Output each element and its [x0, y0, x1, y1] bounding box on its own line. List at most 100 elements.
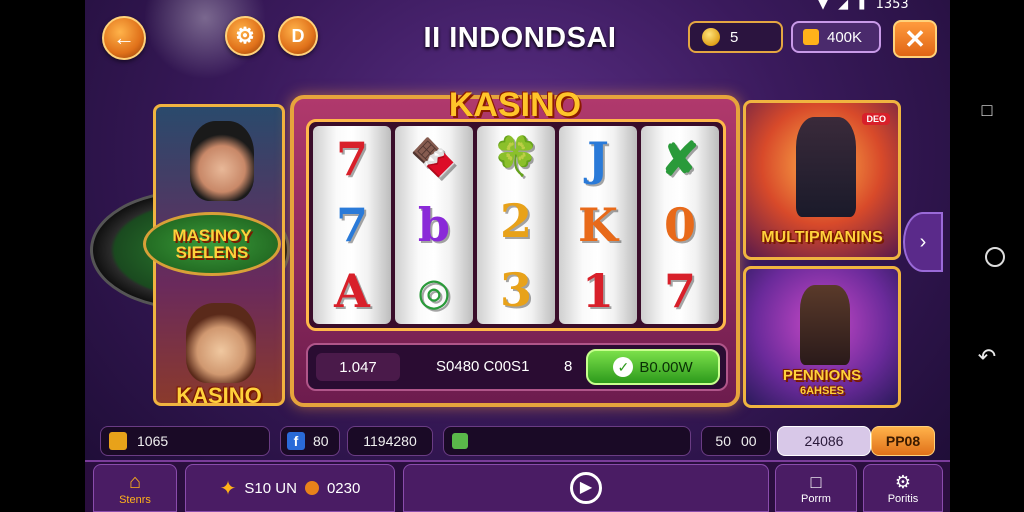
reel-symbol: b [417, 197, 451, 252]
spin-label: B0.00W [639, 358, 693, 376]
bonus-value: 400K [827, 28, 863, 46]
info-trophy: 1065 [100, 426, 270, 456]
coin-balance-value: 5 [730, 28, 739, 46]
trophy-icon [109, 432, 127, 450]
tab-home-label: Stenrs [119, 493, 151, 506]
coin-d-icon: D [291, 25, 305, 46]
tab-profile-label: Porrm [801, 492, 831, 505]
sparkle-icon: ✦ [219, 477, 237, 500]
tab-settings[interactable]: ⚙ Poritis [863, 464, 943, 512]
right-card-bottom-label-1: PENNIONS [782, 367, 862, 384]
info-score-value-2: 00 [741, 433, 757, 449]
game-screen: ← ⚙ D II INDONDSAI 5 400K ✕ KASINO MASIN… [85, 0, 950, 512]
info-total: 1194280 [347, 426, 433, 456]
next-arrow-button[interactable]: › [903, 212, 943, 272]
page-title: II INDONDSAI [423, 22, 617, 54]
bonus-button[interactable]: 400K [791, 21, 881, 53]
signal-icon: ◢ [838, 0, 849, 12]
arrow-left-icon: ← [113, 25, 135, 50]
play-chip-icon [803, 29, 819, 45]
credit-display: 1.047 [316, 353, 400, 381]
reel-symbol: 7 [335, 198, 368, 252]
bet-text: S0480 C00S1 [436, 358, 530, 375]
spin-button[interactable]: ✓ B0.00W [586, 349, 720, 385]
reel-symbol: ✘ [660, 132, 700, 186]
info-trophy-value: 1065 [137, 433, 169, 449]
tab-play[interactable]: ▶ [403, 464, 769, 512]
info-level-value: 24086 [804, 433, 844, 449]
gem-icon [452, 433, 468, 449]
reel-symbol: K [578, 198, 618, 252]
info-score-value: 50 [715, 433, 731, 449]
back-arrow-icon: ↶ [977, 344, 997, 369]
info-facebook[interactable]: f 80 [280, 426, 340, 456]
reel-symbol: ◎ [417, 269, 451, 315]
chevron-right-icon: › [919, 230, 927, 253]
reel-3: 🍀 2 3 [477, 126, 555, 324]
facebook-icon: f [287, 432, 305, 450]
right-card-top-label: MULTIPMANINS [761, 229, 883, 246]
settings-button[interactable]: ⚙ [225, 16, 265, 56]
left-card-label: KASINO [176, 383, 262, 406]
credit-value: 1.047 [339, 358, 377, 376]
tab-promo-text: S10 UN [244, 479, 297, 497]
reel-symbol: J [587, 132, 609, 186]
tab-home[interactable]: ⌂ Stenrs [93, 464, 177, 512]
reel-symbol: 🍫 [410, 134, 458, 180]
reel-2: 🍫 b ◎ [395, 126, 473, 324]
character-avatar-top [190, 121, 254, 201]
back-nav-button[interactable]: ↶ [950, 344, 1024, 370]
back-button[interactable]: ← [102, 16, 146, 60]
reel-symbol: 7 [335, 132, 368, 186]
battery-icon: ▮ [858, 0, 866, 12]
gear-icon: ⚙ [894, 471, 912, 492]
home-icon: ⌂ [128, 470, 142, 493]
clock: 1353 [875, 0, 909, 12]
right-card-bottom-label-2: 6AHSES [799, 385, 845, 397]
tab-settings-label: Poritis [887, 492, 919, 505]
tab-promo[interactable]: ✦ S10 UN 0230 [185, 464, 395, 512]
info-pp-value: PP08 [885, 433, 921, 449]
right-game-card-bottom[interactable]: PENNIONS 6AHSES [743, 266, 901, 408]
coin-small-icon [304, 481, 319, 495]
home-nav-button[interactable] [985, 247, 1005, 267]
info-facebook-value: 80 [313, 433, 329, 449]
reel-1: 7 7 A [313, 126, 391, 324]
info-score: 50 00 [701, 426, 771, 456]
coin-balance: 5 [688, 21, 783, 53]
right-game-card-top[interactable]: DEO MULTIPMANINS [743, 100, 901, 260]
info-pp-button[interactable]: PP08 [871, 426, 935, 456]
character-avatar-bottom [186, 303, 256, 383]
check-icon: ✓ [613, 357, 634, 377]
hero-figure [796, 117, 856, 217]
reel-5: ✘ 0 7 [641, 126, 719, 324]
close-icon: ✕ [904, 23, 926, 54]
reel-symbol: 🍀 [492, 133, 540, 179]
reel-symbol: 7 [663, 264, 696, 318]
info-progress [443, 426, 691, 456]
left-card-badge-text: MASINOY SIELENS [172, 226, 252, 262]
info-level[interactable]: 24086 [777, 426, 871, 456]
status-bar: ▼ ◢ ▮ 1353 [800, 0, 965, 15]
card-badge-text: DEO [866, 114, 886, 124]
left-card-badge: MASINOY SIELENS [143, 212, 281, 276]
lines-count: 8 [564, 358, 573, 375]
reel-symbol: 1 [581, 264, 614, 318]
reel-symbol: 3 [499, 262, 532, 317]
profile-icon: □ [810, 471, 822, 492]
tab-promo-value: 0230 [326, 479, 361, 497]
reel-4: J K 1 [559, 126, 637, 324]
close-button[interactable]: ✕ [893, 20, 937, 58]
gear-icon: ⚙ [235, 23, 255, 48]
recents-button[interactable]: □ [950, 100, 1024, 121]
wifi-icon: ▼ [818, 0, 828, 12]
play-icon: ▶ [570, 472, 602, 504]
reels-window: 7 7 A 🍫 b ◎ 🍀 2 3 J K 1 ✘ 0 7 [306, 119, 726, 331]
recents-icon: □ [981, 100, 993, 120]
coin-shop-button[interactable]: D [278, 16, 318, 56]
tab-profile[interactable]: □ Porrm [775, 464, 857, 512]
card-badge: DEO [862, 113, 890, 125]
reel-symbol: A [334, 264, 370, 318]
info-total-value: 1194280 [363, 433, 417, 449]
reel-symbol: 2 [499, 193, 532, 248]
